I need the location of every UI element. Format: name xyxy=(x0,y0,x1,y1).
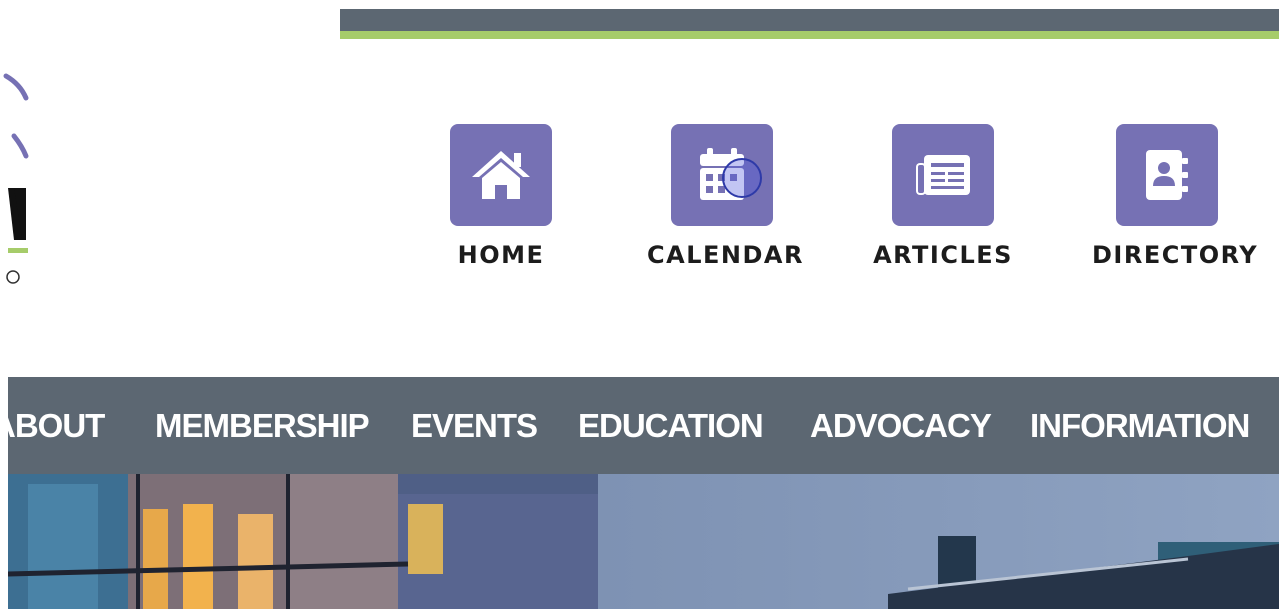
cursor-highlight xyxy=(722,158,762,198)
quick-link-home[interactable]: HOME xyxy=(426,124,576,274)
nav-item-advocacy[interactable]: ADVOCACY xyxy=(810,377,992,474)
articles-tile[interactable] xyxy=(892,124,994,226)
directory-tile[interactable] xyxy=(1116,124,1218,226)
address-book-icon xyxy=(1146,150,1188,200)
nav-item-about[interactable]: ABOUT xyxy=(8,377,105,474)
quick-link-label: HOME xyxy=(457,241,545,269)
top-accent-stripe xyxy=(340,31,1279,39)
nav-item-education[interactable]: EDUCATION xyxy=(578,377,764,474)
quick-link-label: DIRECTORY xyxy=(1092,241,1259,269)
nav-item-membership[interactable]: MEMBERSHIP xyxy=(155,377,370,474)
hero-building-image xyxy=(8,474,1279,609)
site-logo[interactable] xyxy=(0,70,40,290)
main-navigation: ABOUT MEMBERSHIP EVENTS EDUCATION ADVOCA… xyxy=(8,377,1279,474)
quick-link-label: CALENDAR xyxy=(647,241,804,269)
hero-banner-image xyxy=(8,474,1279,609)
home-icon xyxy=(472,151,530,199)
newspaper-icon xyxy=(916,155,970,195)
quick-link-label: ARTICLES xyxy=(873,241,1013,269)
nav-item-events[interactable]: EVENTS xyxy=(411,377,538,474)
quick-link-directory[interactable]: DIRECTORY xyxy=(1092,124,1259,274)
quick-link-calendar[interactable]: CALENDAR xyxy=(647,124,804,274)
top-utility-bar xyxy=(340,9,1279,31)
nav-item-information[interactable]: INFORMATION xyxy=(1030,377,1250,474)
quick-link-articles[interactable]: ARTICLES xyxy=(868,124,1018,274)
home-tile[interactable] xyxy=(450,124,552,226)
